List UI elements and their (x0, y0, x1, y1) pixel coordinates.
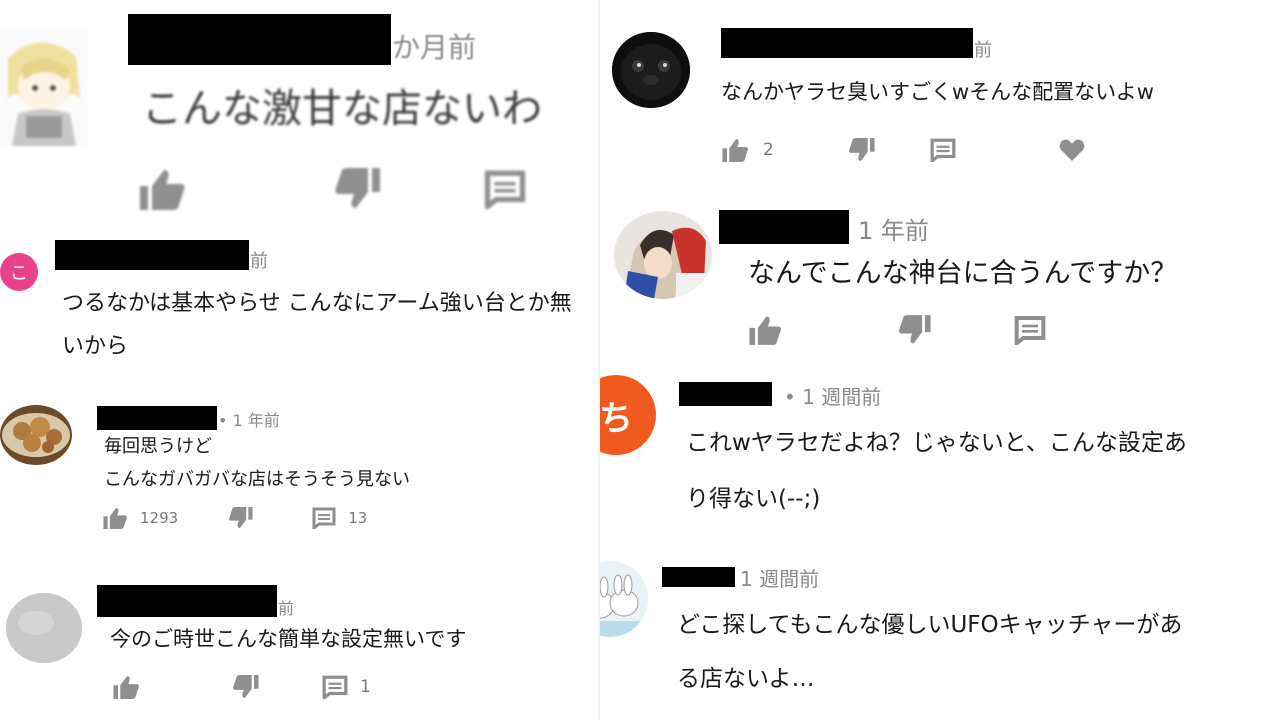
thumbs-down-icon (233, 675, 259, 698)
comment-actions (748, 315, 1046, 345)
thumbs-down-icon (848, 138, 875, 161)
reply-button[interactable] (1014, 315, 1046, 345)
dislike-button[interactable] (232, 675, 260, 699)
comment-text-line: つるなかは基本やらせ こんなにアーム強い台とか無 (62, 291, 572, 316)
comment-item: 前 なんかヤラセ臭いすごくwそんな配置ないよw 2 (600, 0, 1280, 195)
comment-item: 1 年前 なんでこんな神台に合うんですか？ (600, 195, 1280, 365)
dislike-button[interactable] (228, 507, 254, 529)
comment-actions: 2 (721, 138, 1086, 162)
comment-text-line: こんなガバガバな店はそうそう見ない (104, 469, 410, 490)
thumbs-up-icon (140, 170, 185, 210)
avatar-letter: ち (600, 398, 633, 439)
comment-text: なんかヤラセ臭いすごくwそんな配置ないよw (721, 80, 1154, 104)
commenter-avatar[interactable] (600, 561, 648, 637)
comment-item: ち • 1 週間前 これwヤラセだよね？じゃないと、こんな設定あ り得ない(--… (600, 365, 1280, 550)
avatar-letter: こ (10, 263, 28, 284)
commenter-avatar[interactable] (614, 211, 712, 299)
thumbs-down-icon (229, 507, 253, 528)
reply-button[interactable]: 13 (312, 507, 367, 529)
reply-button[interactable]: 1 (322, 675, 371, 699)
reply-icon (930, 138, 956, 162)
like-button[interactable] (112, 675, 140, 699)
like-count: 1293 (140, 509, 179, 527)
reply-icon (484, 170, 526, 209)
thumbs-up-icon (749, 316, 782, 345)
comment-actions (138, 168, 526, 210)
heart-button[interactable] (1058, 138, 1086, 162)
illustration-avatar-icon (614, 211, 712, 299)
dislike-button[interactable] (898, 315, 932, 345)
redacted-username (719, 210, 849, 244)
heart-icon (1059, 139, 1085, 161)
redacted-username (662, 567, 735, 587)
redacted-username (55, 240, 249, 270)
comment-item: 前 今のご時世こんな簡単な設定無いです 1 (0, 575, 600, 720)
comment-text-line: これwヤラセだよね？じゃないと、こんな設定あ (686, 430, 1187, 456)
gray-default-avatar-icon (6, 593, 82, 663)
like-button[interactable]: 2 (721, 138, 774, 162)
dislike-button[interactable] (334, 168, 382, 210)
like-button[interactable] (748, 315, 782, 345)
comment-actions: 1 (112, 675, 371, 699)
rabbit-illustration-avatar-icon (600, 561, 648, 637)
redacted-username (679, 382, 772, 406)
redacted-username (721, 28, 973, 58)
anime-character-avatar-icon (0, 28, 88, 146)
commenter-avatar[interactable] (0, 28, 88, 146)
like-button[interactable]: 1293 (102, 507, 178, 529)
reply-button[interactable] (484, 169, 526, 209)
comment-text: こんな激甘な店ないわ (142, 86, 542, 132)
thumbs-up-icon (103, 508, 127, 529)
black-pug-avatar-icon (612, 32, 690, 108)
commenter-avatar[interactable] (6, 593, 82, 663)
comment-timestamp: 1 週間前 (740, 567, 820, 591)
comment-timestamp: • 1 年前 (218, 411, 280, 430)
comment-timestamp: 前 (974, 40, 992, 61)
comment-item: か月前 こんな激甘な店ないわ (0, 0, 600, 225)
comment-item: こ 前 つるなかは基本やらせ こんなにアーム強い台とか無 いから (0, 225, 600, 380)
thumbs-down-icon (898, 315, 931, 344)
reply-count: 13 (348, 509, 368, 527)
left-comment-column: か月前 こんな激甘な店ないわ こ 前 つるなかは基本やらせ こんなにアーム強い台… (0, 0, 600, 720)
comment-text-line: どこ探してもこんな優しいUFOキャッチャーがあ (677, 612, 1183, 638)
comment-timestamp: か月前 (392, 31, 477, 64)
comment-text-line: り得ない(--;) (686, 486, 821, 512)
comment-item: • 1 年前 毎回思うけど こんなガバガバな店はそうそう見ない 1293 13 (0, 395, 600, 545)
commenter-avatar[interactable] (612, 32, 690, 108)
thumbs-up-icon (113, 676, 139, 699)
like-count: 2 (763, 140, 774, 160)
comment-text-line: る店ないよ… (677, 666, 815, 692)
comment-timestamp: 前 (250, 251, 268, 272)
redacted-username (97, 406, 217, 430)
reply-button[interactable] (930, 138, 956, 162)
commenter-avatar[interactable]: こ (0, 253, 38, 291)
reply-count: 1 (360, 677, 371, 697)
commenter-avatar[interactable]: ち (600, 375, 656, 455)
redacted-username (97, 585, 277, 617)
comment-timestamp: 1 年前 (858, 217, 929, 245)
comment-timestamp: 前 (278, 599, 295, 618)
comment-timestamp: • 1 週間前 (784, 385, 882, 409)
commenter-avatar[interactable] (0, 405, 72, 465)
comment-text: 今のご時世こんな簡単な設定無いです (110, 627, 467, 651)
thumbs-up-icon (722, 139, 748, 162)
dislike-button[interactable] (848, 138, 876, 162)
thumbs-down-icon (335, 168, 380, 208)
redacted-username (128, 14, 391, 65)
comment-item: 1 週間前 どこ探してもこんな優しいUFOキャッチャーがあ る店ないよ… (600, 555, 1280, 720)
reply-icon (1014, 316, 1046, 345)
comment-text: なんでこんな神台に合うんですか？ (748, 258, 1178, 289)
comment-text-line: いから (62, 334, 129, 359)
right-comment-column: 前 なんかヤラセ臭いすごくwそんな配置ないよw 2 1 年前 なんでこんな神台に… (600, 0, 1280, 720)
like-button[interactable] (138, 168, 186, 210)
reply-icon (322, 675, 348, 699)
comment-actions: 1293 13 (102, 507, 367, 529)
reply-icon (312, 507, 336, 529)
comment-text-line: 毎回思うけど (104, 436, 212, 457)
food-photo-avatar-icon (0, 405, 72, 465)
